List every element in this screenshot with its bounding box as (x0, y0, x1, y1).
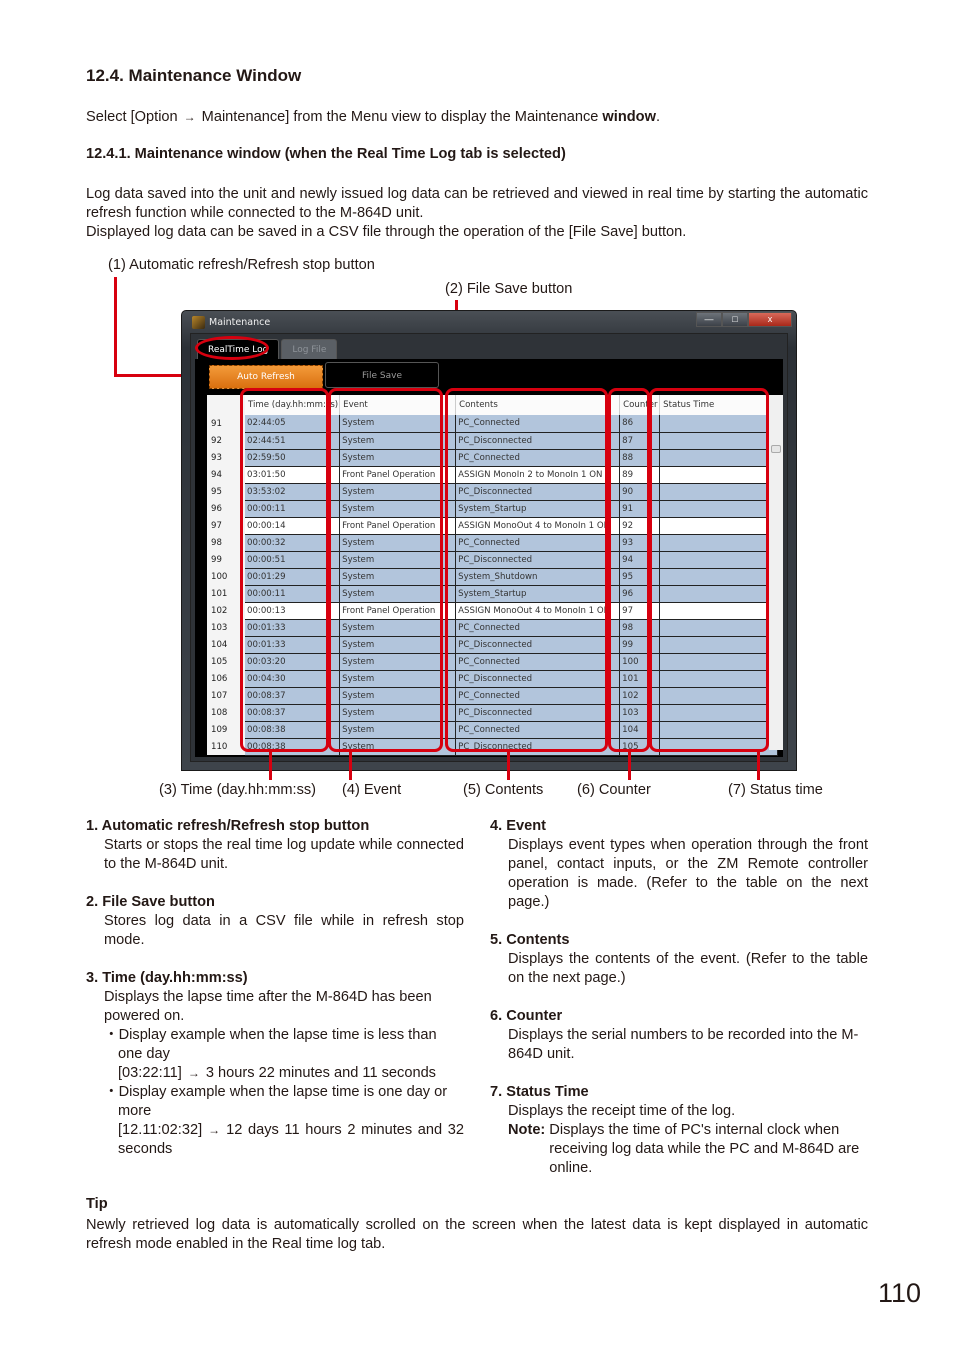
highlight-event-column (328, 388, 443, 752)
window-title: Maintenance (209, 317, 271, 328)
arrow-right-icon: → (187, 1066, 200, 1080)
item-body: Stores log data in a CSV file while in r… (104, 913, 464, 948)
item-event: 4. Event Displays event types when opera… (490, 817, 868, 912)
item-title: 4. Event (490, 818, 546, 834)
callout-counter: (6) Counter (577, 782, 651, 798)
auto-refresh-button[interactable]: Auto Refresh (209, 365, 323, 389)
vertical-scrollbar[interactable] (769, 395, 783, 750)
note-text: Displays the time of PC's internal clock… (549, 1122, 860, 1176)
tip-body: Newly retrieved log data is automaticall… (86, 1217, 868, 1252)
page-number: 110 (878, 1278, 922, 1308)
item-auto-refresh: 1. Automatic refresh/Refresh stop button… (86, 817, 464, 874)
tab-log-file[interactable]: Log File (281, 339, 338, 359)
item-body: Starts or stops the real time log update… (104, 837, 464, 872)
bullet-text: Display example when the lapse time is l… (118, 1027, 437, 1062)
callout-time: (3) Time (day.hh:mm:ss) (159, 782, 317, 798)
description-paragraph: Log data saved into the unit and newly i… (86, 186, 868, 221)
item-body: Displays the receipt time of the log. (508, 1103, 736, 1119)
highlight-contents-column (445, 388, 608, 752)
scrollbar-thumb[interactable] (771, 445, 781, 453)
item-contents: 5. Contents Displays the contents of the… (490, 931, 868, 988)
callout-line (269, 752, 272, 780)
intro-before: Select [Option (86, 109, 178, 125)
highlight-counter-column (608, 388, 650, 752)
highlight-status-time-column (649, 388, 769, 752)
note: Note: Displays the time of PC's internal… (490, 1121, 868, 1178)
item-time: 3. Time (day.hh:mm:ss) Displays the laps… (86, 969, 464, 1159)
item-counter: 6. Counter Displays the serial numbers t… (490, 1007, 868, 1064)
example-meaning: 3 hours 22 minutes and 11 seconds (205, 1065, 436, 1081)
callout-line (114, 277, 117, 377)
bullet-item: ・Display example when the lapse time is … (104, 1084, 448, 1119)
callout-status-time: (7) Status time (728, 782, 823, 798)
item-body: Displays the contents of the event. (Ref… (508, 951, 868, 986)
callout-auto-refresh: (1) Automatic refresh/Refresh stop butto… (108, 257, 375, 273)
maximize-button[interactable]: □ (722, 312, 748, 327)
item-title: 5. Contents (490, 932, 570, 948)
items-left: 1. Automatic refresh/Refresh stop button… (86, 817, 464, 1159)
app-icon (192, 316, 205, 329)
example-value: [12.11:02:32] (118, 1122, 203, 1138)
arrow-right-icon: → (208, 1123, 221, 1137)
intro-end: . (655, 109, 660, 125)
item-file-save: 2. File Save button Stores log data in a… (86, 893, 464, 950)
bullet-example: [03:22:11] → 3 hours 22 minutes and 11 sec… (86, 1064, 464, 1083)
item-body: Displays the lapse time after the M-864D… (104, 989, 432, 1024)
item-body: Displays the serial numbers to be record… (508, 1027, 859, 1062)
callout-line (628, 752, 631, 780)
item-title: 7. Status Time (490, 1084, 589, 1100)
highlight-realtime-tab (195, 336, 269, 360)
callout-line (757, 752, 760, 780)
bullet-text: Display example when the lapse time is o… (118, 1084, 448, 1119)
file-save-button[interactable]: File Save (325, 362, 439, 388)
intro-bold: window (602, 109, 656, 125)
arrow-right-icon: → (183, 110, 196, 124)
note-label: Note: (508, 1122, 546, 1138)
bullet-item: ・Display example when the lapse time is … (104, 1027, 437, 1062)
callout-event: (4) Event (342, 782, 402, 798)
items-right: 4. Event Displays event types when opera… (490, 817, 868, 1178)
intro-text: Select [Option → Maintenance] from the Men… (86, 108, 660, 127)
subsection-title: 12.4.1. Maintenance window (when the Rea… (86, 146, 566, 162)
bullet-example: [12.11:02:32] → 12 days 11 hours 2 minutes… (86, 1121, 464, 1159)
callout-line (349, 752, 352, 780)
callout-contents: (5) Contents (463, 782, 544, 798)
window-controls: — □ x (696, 312, 792, 327)
item-status-time: 7. Status Time Displays the receipt time… (490, 1083, 868, 1178)
section-title: 12.4. Maintenance Window (86, 66, 302, 85)
minimize-button[interactable]: — (696, 312, 722, 327)
callout-file-save: (2) File Save button (445, 281, 573, 297)
item-title: 3. Time (day.hh:mm:ss) (86, 970, 248, 986)
item-body: Displays event types when operation thro… (508, 837, 868, 910)
tip-title: Tip (86, 1196, 108, 1212)
title-bar: Maintenance — □ x (182, 311, 796, 333)
intro-middle: Maintenance] from the Menu view to displ… (201, 109, 599, 125)
example-value: [03:22:11] (118, 1065, 182, 1081)
highlight-time-column (240, 388, 329, 752)
item-title: 6. Counter (490, 1008, 563, 1024)
item-title: 1. Automatic refresh/Refresh stop button (86, 818, 370, 834)
item-title: 2. File Save button (86, 894, 215, 910)
callout-line (507, 752, 510, 780)
description-paragraph: Displayed log data can be saved in a CSV… (86, 224, 687, 240)
close-button[interactable]: x (748, 312, 792, 327)
description: Log data saved into the unit and newly i… (86, 185, 868, 242)
